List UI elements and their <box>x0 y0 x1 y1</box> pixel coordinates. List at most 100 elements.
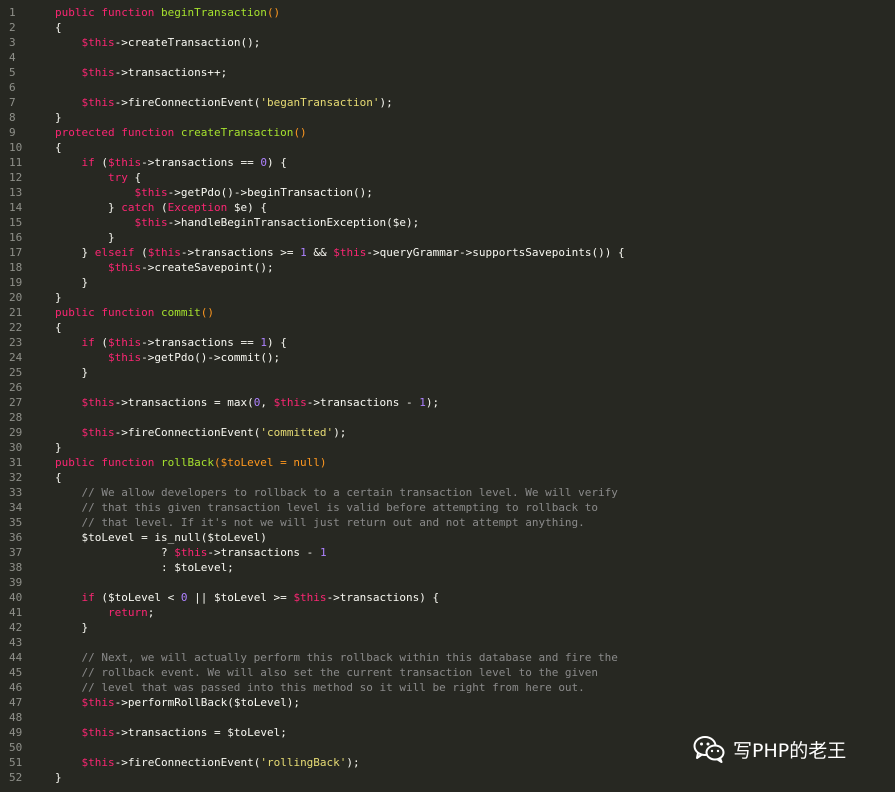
code-line[interactable]: } <box>55 365 895 380</box>
code-line[interactable]: ? $this->transactions - 1 <box>55 545 895 560</box>
code-line[interactable]: // We allow developers to rollback to a … <box>55 485 895 500</box>
code-line[interactable]: { <box>55 140 895 155</box>
line-number: 4 <box>9 51 16 64</box>
line-number: 24 <box>9 351 23 364</box>
line-number: 50 <box>9 741 23 754</box>
code-line[interactable]: $this->getPdo()->beginTransaction(); <box>55 185 895 200</box>
code-line[interactable]: } <box>55 110 895 125</box>
line-number: 26 <box>9 381 23 394</box>
code-area[interactable]: public function beginTransaction(){ $thi… <box>55 5 895 785</box>
code-line[interactable]: $this->createTransaction(); <box>55 35 895 50</box>
code-line[interactable]: $this->transactions++; <box>55 65 895 80</box>
code-line[interactable]: } elseif ($this->transactions >= 1 && $t… <box>55 245 895 260</box>
code-line[interactable]: } <box>55 770 895 785</box>
code-token: 0 <box>260 156 267 169</box>
code-line[interactable]: { <box>55 470 895 485</box>
line-number: 2 <box>9 21 16 34</box>
code-token: $this <box>81 696 115 709</box>
code-line[interactable]: $this->transactions = max(0, $this->tran… <box>55 395 895 410</box>
code-token: { <box>55 471 62 484</box>
code-token: } <box>55 111 62 124</box>
line-number: 35 <box>9 516 23 529</box>
code-token: public function <box>55 456 161 469</box>
code-token: if <box>81 591 95 604</box>
code-line[interactable] <box>55 710 895 725</box>
code-token: ($toLevel < <box>94 591 181 604</box>
code-token: $this <box>134 216 168 229</box>
code-line[interactable]: try { <box>55 170 895 185</box>
code-line[interactable] <box>55 80 895 95</box>
code-line[interactable]: : $toLevel; <box>55 560 895 575</box>
code-line[interactable]: $toLevel = is_null($toLevel) <box>55 530 895 545</box>
code-line[interactable]: // rollback event. We will also set the … <box>55 665 895 680</box>
line-number: 12 <box>9 171 23 184</box>
code-line[interactable]: $this->handleBeginTransactionException($… <box>55 215 895 230</box>
code-line[interactable]: $this->createSavepoint(); <box>55 260 895 275</box>
code-line[interactable]: if ($this->transactions == 0) { <box>55 155 895 170</box>
code-line[interactable]: $this->getPdo()->commit(); <box>55 350 895 365</box>
line-number: 19 <box>9 276 23 289</box>
code-line[interactable]: $this->performRollBack($toLevel); <box>55 695 895 710</box>
code-line[interactable] <box>55 50 895 65</box>
code-token: $this <box>273 396 307 409</box>
code-line[interactable]: } <box>55 275 895 290</box>
code-line[interactable]: public function rollBack($toLevel = null… <box>55 455 895 470</box>
code-token: } <box>55 366 89 379</box>
line-number: 10 <box>9 141 23 154</box>
code-line[interactable]: protected function createTransaction() <box>55 125 895 140</box>
code-line[interactable]: if ($this->transactions == 1) { <box>55 335 895 350</box>
code-line[interactable]: $this->fireConnectionEvent('committed'); <box>55 425 895 440</box>
code-line[interactable]: public function beginTransaction() <box>55 5 895 20</box>
code-line[interactable]: $this->fireConnectionEvent('beganTransac… <box>55 95 895 110</box>
code-token: // that this given transaction level is … <box>55 501 599 514</box>
code-token: ->performRollBack($toLevel); <box>114 696 301 709</box>
code-token: && <box>306 246 334 259</box>
code-token: : $toLevel; <box>55 561 234 574</box>
code-token: ($toLevel = null) <box>213 456 327 469</box>
code-token: $this <box>81 426 115 439</box>
code-line[interactable]: } <box>55 230 895 245</box>
code-token: ->fireConnectionEvent( <box>114 96 261 109</box>
code-token: // that level. If it's not we will just … <box>55 516 585 529</box>
code-token: () <box>266 6 281 19</box>
line-number: 25 <box>9 366 23 379</box>
code-line[interactable]: } catch (Exception $e) { <box>55 200 895 215</box>
code-editor[interactable]: 1 2 3 4 5 6 7 8 9 10 11 12 13 14 15 16 17 18 19 20 21 22 23 24 2… <box>0 0 895 792</box>
code-token: // rollback event. We will also set the … <box>55 666 599 679</box>
code-token: ); <box>425 396 440 409</box>
code-token: () <box>200 306 214 319</box>
code-token: 'committed' <box>260 426 334 439</box>
code-token: $this <box>81 396 115 409</box>
code-line[interactable]: } <box>55 440 895 455</box>
code-line[interactable]: // level that was passed into this metho… <box>55 680 895 695</box>
code-token: $this <box>107 351 142 364</box>
line-number: 23 <box>9 336 23 349</box>
code-line[interactable]: if ($toLevel < 0 || $toLevel >= $this->t… <box>55 590 895 605</box>
code-line[interactable]: } <box>55 620 895 635</box>
code-token: ( <box>94 156 108 169</box>
line-number: 48 <box>9 711 23 724</box>
code-line[interactable] <box>55 635 895 650</box>
code-line[interactable]: } <box>55 290 895 305</box>
code-line[interactable] <box>55 575 895 590</box>
code-line[interactable]: { <box>55 20 895 35</box>
code-line[interactable] <box>55 380 895 395</box>
code-line[interactable] <box>55 410 895 425</box>
line-number: 32 <box>9 471 23 484</box>
code-line[interactable]: // that level. If it's not we will just … <box>55 515 895 530</box>
code-token: { <box>55 21 62 34</box>
code-line[interactable]: public function commit() <box>55 305 895 320</box>
code-line[interactable]: // Next, we will actually perform this r… <box>55 650 895 665</box>
code-token: ); <box>346 756 360 769</box>
line-number: 36 <box>9 531 23 544</box>
code-token: ); <box>333 426 347 439</box>
code-line[interactable]: return; <box>55 605 895 620</box>
code-line[interactable]: { <box>55 320 895 335</box>
code-token: $this <box>81 66 115 79</box>
code-token: $this <box>107 261 142 274</box>
code-line[interactable]: // that this given transaction level is … <box>55 500 895 515</box>
